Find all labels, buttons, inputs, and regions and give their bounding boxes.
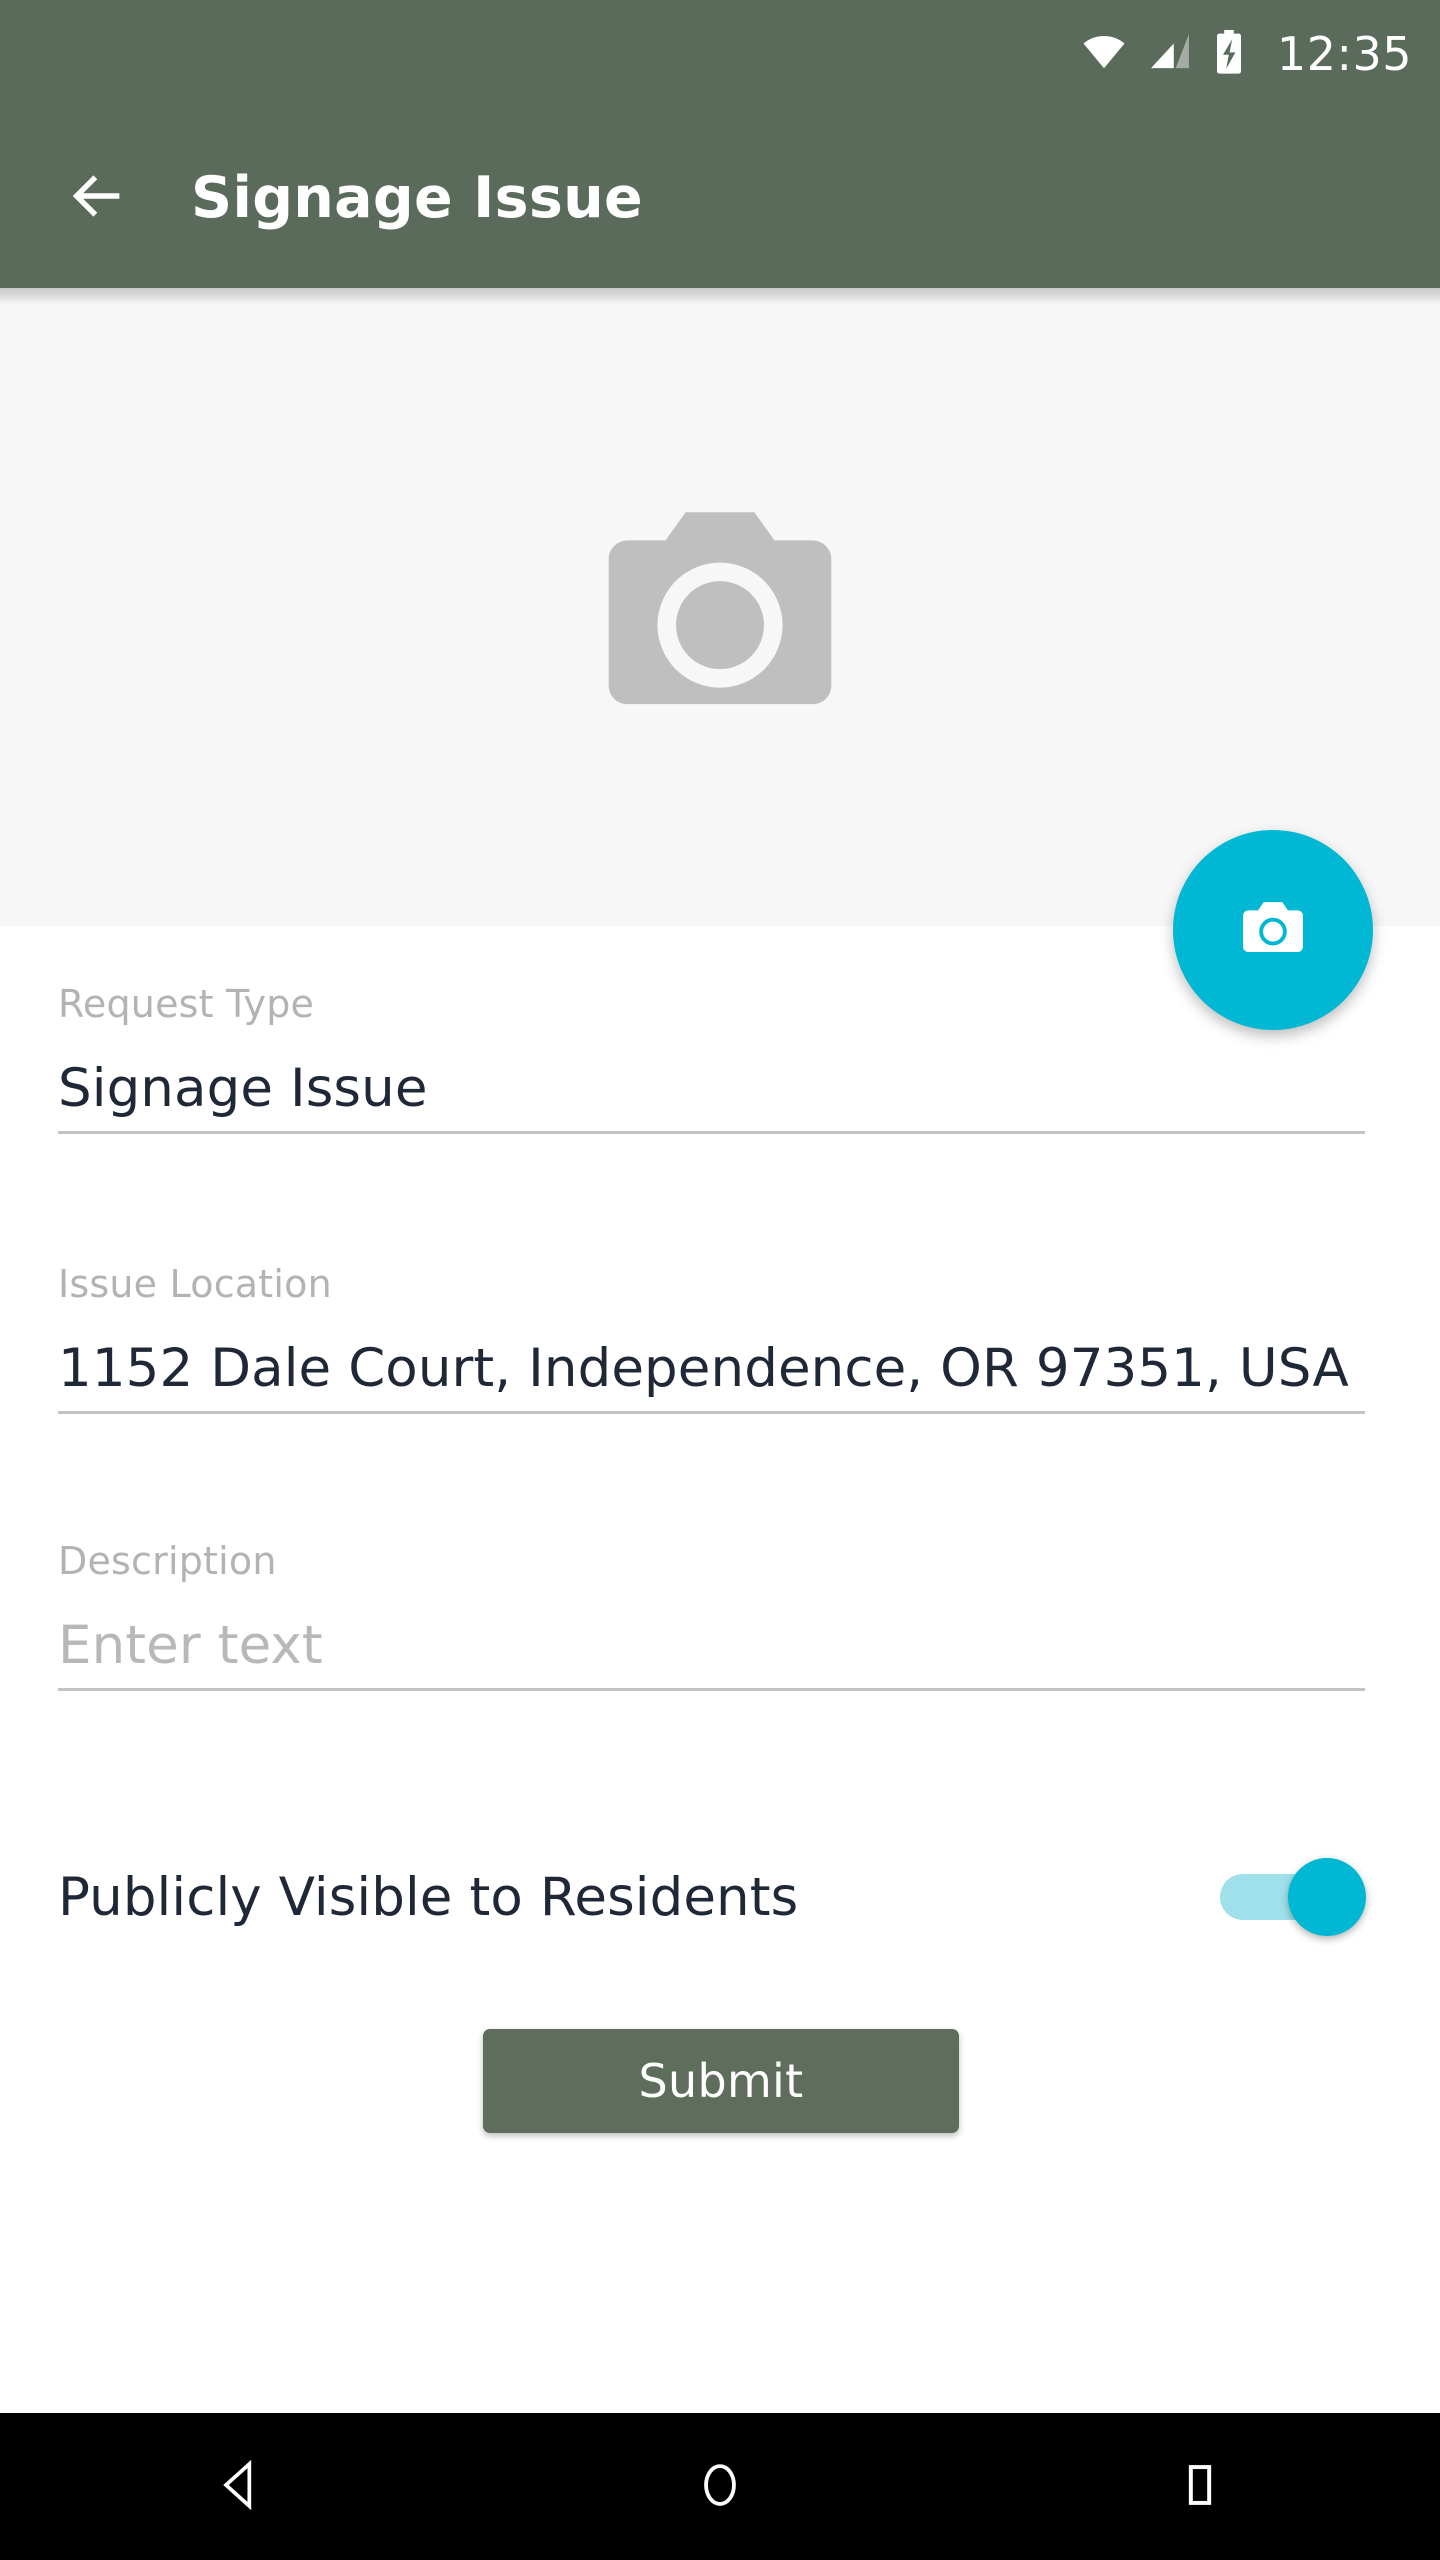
recents-nav-icon [1175, 2458, 1225, 2516]
status-bar-clock: 12:35 [1276, 27, 1412, 81]
recents-nav-button[interactable] [1120, 2413, 1280, 2560]
request-form: Request Type Signage Issue Issue Locatio… [0, 926, 1440, 2413]
public-visibility-toggle[interactable] [1220, 1850, 1368, 1944]
back-button[interactable] [58, 160, 134, 236]
public-visibility-row: Publicly Visible to Residents [58, 1850, 1368, 1944]
status-bar: 12:35 [0, 0, 1440, 108]
field-label-request-type: Request Type [58, 982, 315, 1026]
public-visibility-label: Publicly Visible to Residents [58, 1866, 799, 1928]
field-label-description: Description [58, 1539, 277, 1583]
field-input-issue-location[interactable]: 1152 Dale Court, Independence, OR 97351,… [58, 1338, 1368, 1411]
app-bar: Signage Issue [0, 108, 1440, 288]
field-input-description[interactable]: Enter text [58, 1615, 1368, 1688]
add-photo-fab[interactable] [1173, 830, 1373, 1030]
camera-placeholder-icon [599, 495, 841, 723]
cellular-signal-icon [1149, 34, 1191, 74]
field-input-request-type[interactable]: Signage Issue [58, 1058, 1368, 1131]
battery-charging-icon [1213, 30, 1245, 78]
back-nav-button[interactable] [160, 2413, 320, 2560]
field-issue-location: Issue Location 1152 Dale Court, Independ… [58, 1262, 1368, 1414]
android-navigation-bar [0, 2413, 1440, 2560]
back-nav-icon [212, 2457, 268, 2517]
camera-icon [1239, 897, 1307, 963]
wifi-icon [1081, 34, 1127, 74]
home-nav-icon [693, 2458, 747, 2516]
field-description: Description Enter text [58, 1539, 1368, 1691]
field-underline-issue-location [58, 1411, 1365, 1414]
home-nav-button[interactable] [640, 2413, 800, 2560]
field-request-type: Request Type Signage Issue [58, 982, 1368, 1134]
arrow-left-icon [65, 165, 127, 231]
field-underline-description [58, 1688, 1365, 1691]
page-title: Signage Issue [191, 165, 643, 231]
photo-preview-area[interactable] [0, 292, 1440, 926]
field-label-issue-location: Issue Location [58, 1262, 332, 1306]
toggle-thumb [1288, 1858, 1366, 1936]
status-bar-icons: 12:35 [1081, 27, 1412, 81]
submit-button[interactable]: Submit [483, 2029, 959, 2133]
field-underline-request-type [58, 1131, 1365, 1134]
